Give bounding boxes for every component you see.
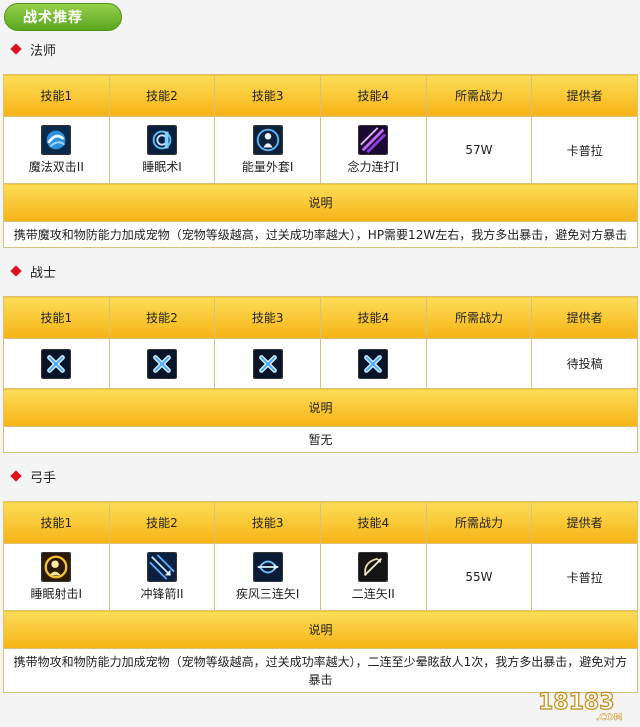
power-value: [425, 338, 533, 389]
description-label: 说明: [3, 183, 638, 222]
skills-row: 魔法双击II 睡眠术I 能量外套I 念力连打I 57W 卡普拉: [3, 116, 638, 184]
col-header-skill3: 技能3: [214, 296, 321, 339]
energy-coat-icon[interactable]: [252, 125, 283, 155]
mage-tactic-table: 技能1 技能2 技能3 技能4 所需战力 提供者 魔法双击II 睡眠术I 能量外…: [3, 74, 638, 248]
col-header-skill4: 技能4: [319, 74, 427, 117]
power-value: 55W: [425, 543, 533, 611]
col-header-skill3: 技能3: [214, 501, 321, 544]
skill-name: 疾风三连矢I: [235, 587, 300, 601]
section-title-text: 战士: [30, 265, 57, 281]
col-header-skill1: 技能1: [3, 296, 110, 339]
watermark-sub: .COM: [596, 713, 623, 723]
description-text: 携带魔攻和物防能力加成宠物（宠物等级越高，过关成功率越大），HP需要12W左右，…: [3, 221, 638, 248]
provider-value: 卡普拉: [531, 543, 638, 611]
table-header-row: 技能1 技能2 技能3 技能4 所需战力 提供者: [3, 501, 638, 544]
provider-value: 卡普拉: [531, 116, 638, 184]
diamond-bullet-icon: [10, 43, 22, 55]
description-label: 说明: [3, 610, 638, 649]
col-header-skill4: 技能4: [319, 296, 427, 339]
skill-name: 念力连打I: [347, 160, 400, 174]
skill-cell[interactable]: 睡眠射击I: [3, 543, 110, 611]
table-header-row: 技能1 技能2 技能3 技能4 所需战力 提供者: [3, 74, 638, 117]
skill-name: 魔法双击II: [28, 160, 84, 174]
skill-cell[interactable]: 魔法双击II: [3, 116, 110, 184]
charge-arrow-icon[interactable]: [146, 552, 177, 582]
gale-triple-arrow-icon[interactable]: [252, 552, 283, 582]
col-header-skill4: 技能4: [319, 501, 427, 544]
description-text: 暂无: [3, 426, 638, 453]
description-header-row: 说明: [3, 183, 638, 222]
col-header-provider: 提供者: [531, 296, 638, 339]
col-header-provider: 提供者: [531, 74, 638, 117]
description-label: 说明: [3, 388, 638, 427]
section-title-archer: 弓手: [10, 467, 57, 486]
empty-slot-x-icon[interactable]: [358, 348, 389, 379]
double-arrow-icon[interactable]: [358, 552, 389, 582]
col-header-power: 所需战力: [425, 501, 533, 544]
skill-cell[interactable]: 能量外套I: [214, 116, 321, 184]
description-header-row: 说明: [3, 610, 638, 649]
skill-name: 睡眠术I: [142, 160, 182, 174]
sleep-shot-icon[interactable]: [41, 552, 72, 582]
skills-row: 待投稿: [3, 338, 638, 389]
archer-tactic-table: 技能1 技能2 技能3 技能4 所需战力 提供者 睡眠射击I 冲锋箭II 疾风三…: [3, 501, 638, 693]
section-title-warrior: 战士: [10, 262, 57, 281]
header-title-pill: 战术推荐: [4, 3, 122, 31]
watermark-text: 18183: [538, 690, 615, 715]
sleep-spell-icon[interactable]: [146, 125, 177, 155]
skill-name: 二连矢II: [351, 587, 395, 601]
diamond-bullet-icon: [10, 470, 22, 482]
section-title-mage: 法师: [10, 40, 57, 59]
skill-name: 能量外套I: [241, 160, 294, 174]
empty-slot-x-icon[interactable]: [252, 348, 283, 379]
description-row: 暂无: [3, 426, 638, 453]
col-header-skill2: 技能2: [108, 296, 216, 339]
skill-cell[interactable]: 二连矢II: [319, 543, 427, 611]
empty-slot-x-icon[interactable]: [146, 348, 177, 379]
col-header-skill2: 技能2: [108, 501, 216, 544]
col-header-skill2: 技能2: [108, 74, 216, 117]
skill-cell[interactable]: 念力连打I: [319, 116, 427, 184]
col-header-skill1: 技能1: [3, 74, 110, 117]
description-row: 携带魔攻和物防能力加成宠物（宠物等级越高，过关成功率越大），HP需要12W左右，…: [3, 221, 638, 248]
col-header-skill3: 技能3: [214, 74, 321, 117]
telekinesis-combo-icon[interactable]: [358, 125, 389, 155]
skill-name: 冲锋箭II: [140, 587, 184, 601]
skill-cell[interactable]: [3, 338, 110, 389]
power-value: 57W: [425, 116, 533, 184]
col-header-power: 所需战力: [425, 74, 533, 117]
site-watermark-logo: 18183 .COM: [536, 683, 632, 723]
col-header-provider: 提供者: [531, 501, 638, 544]
col-header-power: 所需战力: [425, 296, 533, 339]
skill-cell[interactable]: 冲锋箭II: [108, 543, 216, 611]
table-header-row: 技能1 技能2 技能3 技能4 所需战力 提供者: [3, 296, 638, 339]
diamond-bullet-icon: [10, 265, 22, 277]
magic-double-strike-icon[interactable]: [41, 125, 72, 155]
description-header-row: 说明: [3, 388, 638, 427]
section-title-text: 法师: [30, 43, 57, 59]
skills-row: 睡眠射击I 冲锋箭II 疾风三连矢I 二连矢II 55W 卡普拉: [3, 543, 638, 611]
warrior-tactic-table: 技能1 技能2 技能3 技能4 所需战力 提供者 待投稿 说明 暂无: [3, 296, 638, 453]
skill-cell[interactable]: 睡眠术I: [108, 116, 216, 184]
section-title-text: 弓手: [30, 470, 57, 486]
skill-cell[interactable]: [319, 338, 427, 389]
skill-cell[interactable]: [108, 338, 216, 389]
skill-cell[interactable]: 疾风三连矢I: [214, 543, 321, 611]
header-title: 战术推荐: [23, 10, 83, 26]
skill-name: 睡眠射击I: [30, 587, 83, 601]
col-header-skill1: 技能1: [3, 501, 110, 544]
provider-value: 待投稿: [531, 338, 638, 389]
empty-slot-x-icon[interactable]: [41, 348, 72, 379]
skill-cell[interactable]: [214, 338, 321, 389]
